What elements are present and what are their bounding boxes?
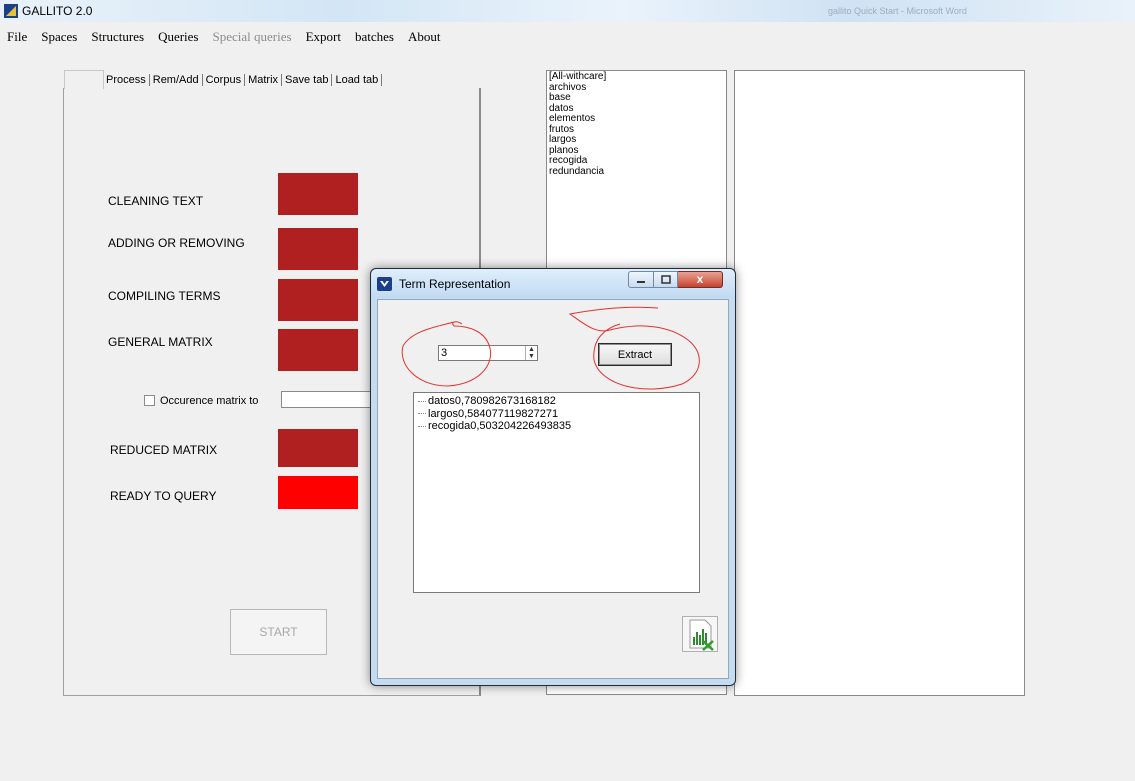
menu-about[interactable]: About (401, 24, 448, 46)
maximize-icon (661, 275, 671, 284)
term-representation-dialog: Term Representation x 3 ▲ ▼ Extract datos… (370, 268, 736, 686)
minimize-icon (637, 281, 645, 283)
tab-process[interactable]: Process (106, 74, 150, 86)
step-label-cleaning: CLEANING TEXT (108, 194, 204, 208)
maximize-button[interactable] (653, 271, 678, 288)
step-indicator-adding (278, 228, 358, 270)
list-item[interactable]: base (549, 92, 726, 104)
menu-batches[interactable]: batches (348, 24, 401, 46)
menu-structures[interactable]: Structures (84, 24, 151, 46)
dialog-title-bar[interactable]: Term Representation x (371, 269, 735, 297)
dialog-logo-icon (377, 277, 392, 291)
term-count-value: 3 (441, 347, 448, 359)
step-indicator-ready (278, 476, 358, 509)
tab-spacer (64, 70, 104, 89)
title-bar: GALLITO 2.0 gallito Quick Start - Micros… (0, 0, 1135, 22)
close-button[interactable]: x (678, 271, 723, 288)
minimize-button[interactable] (628, 271, 653, 288)
excel-chart-icon (689, 619, 714, 651)
tab-save[interactable]: Save tab (282, 74, 333, 86)
start-button: START (230, 609, 327, 655)
taskbar-hint: gallito Quick Start - Microsoft Word (828, 6, 967, 16)
occurrence-checkbox[interactable] (144, 395, 155, 406)
menu-bar: File Spaces Structures Queries Special q… (0, 24, 447, 46)
output-pane[interactable] (734, 70, 1025, 696)
tree-node[interactable]: recogida0,503204226493835 (418, 420, 699, 433)
tab-matrix[interactable]: Matrix (245, 74, 283, 86)
menu-spaces[interactable]: Spaces (34, 24, 84, 46)
spin-arrows-icon[interactable]: ▲ ▼ (525, 346, 537, 360)
step-indicator-reduced-matrix (278, 429, 358, 467)
list-item[interactable]: archivos (549, 82, 726, 94)
step-label-reduced-matrix: REDUCED MATRIX (110, 443, 218, 457)
dialog-body: 3 ▲ ▼ Extract datos0,780982673168182 larg… (377, 299, 729, 679)
tab-load[interactable]: Load tab (332, 74, 383, 86)
occurrence-label: Occurence matrix to (160, 395, 259, 407)
tree-node[interactable]: largos0,584077119827271 (418, 408, 699, 421)
tree-node[interactable]: datos0,780982673168182 (418, 395, 699, 408)
step-indicator-compiling (278, 279, 358, 321)
tab-corpus[interactable]: Corpus (203, 74, 246, 86)
term-count-stepper[interactable]: 3 ▲ ▼ (438, 345, 538, 361)
step-label-adding: ADDING OR REMOVING (108, 236, 245, 250)
dialog-title: Term Representation (399, 277, 511, 291)
occurrence-path-input[interactable] (281, 391, 373, 408)
list-item[interactable]: recogida (549, 155, 726, 167)
step-label-compiling: COMPILING TERMS (108, 289, 221, 303)
step-indicator-general-matrix (278, 329, 358, 371)
extract-button[interactable]: Extract (598, 343, 672, 366)
step-label-ready: READY TO QUERY (110, 489, 217, 503)
tab-rem-add[interactable]: Rem/Add (150, 74, 203, 86)
menu-queries[interactable]: Queries (151, 24, 205, 46)
close-icon: x (696, 272, 704, 286)
list-item[interactable]: redundancia (549, 166, 726, 178)
app-logo-icon (4, 4, 18, 18)
step-label-general-matrix: GENERAL MATRIX (108, 335, 213, 349)
export-excel-button[interactable] (682, 616, 718, 652)
list-item[interactable]: largos (549, 134, 726, 146)
list-item[interactable]: [All-withcare] (549, 71, 726, 83)
result-tree[interactable]: datos0,780982673168182 largos0,584077119… (413, 392, 700, 593)
step-indicator-cleaning (278, 173, 358, 215)
menu-export[interactable]: Export (299, 24, 348, 46)
list-item[interactable]: elementos (549, 113, 726, 125)
tab-strip: Process Rem/Add Corpus Matrix Save tab L… (106, 72, 383, 88)
menu-file[interactable]: File (0, 24, 34, 46)
app-title: GALLITO 2.0 (22, 4, 93, 18)
menu-special-queries: Special queries (212, 29, 292, 44)
